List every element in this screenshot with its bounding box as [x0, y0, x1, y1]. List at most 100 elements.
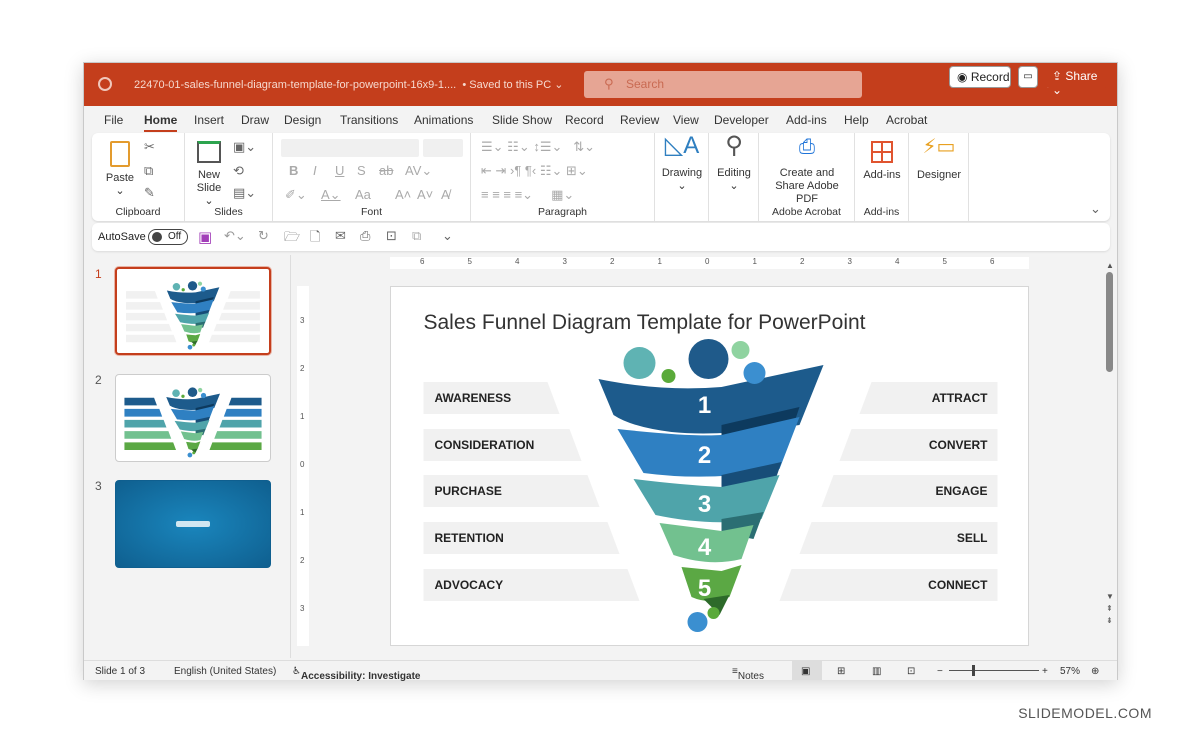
tab-record[interactable]: Record: [565, 113, 604, 127]
undo-icon[interactable]: ↶⌄: [224, 228, 246, 244]
tab-transitions[interactable]: Transitions: [340, 113, 398, 127]
tab-developer[interactable]: Developer: [714, 113, 769, 127]
autosave-toggle[interactable]: Off: [148, 229, 188, 245]
record-button[interactable]: ◉ Record: [949, 66, 1011, 88]
ruler-tick-label: 0: [705, 257, 710, 266]
collapse-ribbon-icon[interactable]: ⌄: [1090, 201, 1101, 217]
tab-insert[interactable]: Insert: [194, 113, 224, 127]
italic-button[interactable]: I: [313, 163, 317, 178]
email-icon[interactable]: ✉: [335, 228, 346, 244]
thumb-color-bar-right: [214, 431, 262, 439]
create-pdf-button[interactable]: ⎙ Create and Share Adobe PDF: [759, 137, 855, 206]
stage-label-right[interactable]: ENGAGE: [935, 484, 987, 498]
tab-add-ins[interactable]: Add-ins: [786, 113, 827, 127]
strikethrough-icon[interactable]: ab: [379, 163, 393, 178]
stage-label-right[interactable]: CONVERT: [929, 438, 988, 452]
zoom-level[interactable]: 57%: [1060, 666, 1080, 677]
comments-button[interactable]: ▭: [1018, 66, 1038, 88]
document-title[interactable]: 22470-01-sales-funnel-diagram-template-f…: [134, 78, 563, 91]
reset-icon[interactable]: ⟲: [233, 163, 244, 179]
tab-view[interactable]: View: [673, 113, 699, 127]
zoom-slider-thumb[interactable]: [972, 665, 975, 676]
character-spacing-icon[interactable]: AV⌄: [405, 163, 432, 179]
tab-draw[interactable]: Draw: [241, 113, 269, 127]
stage-label-right[interactable]: ATTRACT: [932, 391, 988, 405]
zoom-slider[interactable]: [949, 670, 1039, 671]
accessibility-status[interactable]: ♿ Accessibility: Investigate: [292, 666, 420, 682]
fit-to-window-icon[interactable]: ⊕: [1091, 666, 1099, 677]
tab-acrobat[interactable]: Acrobat: [886, 113, 927, 127]
language-status[interactable]: English (United States): [174, 666, 276, 677]
editing-button[interactable]: ⚲ Editing ⌄: [709, 133, 759, 221]
format-painter-icon[interactable]: ✎: [144, 185, 155, 201]
search-input[interactable]: ⚲ Search: [584, 71, 862, 98]
save-status[interactable]: • Saved to this PC ⌄: [462, 79, 563, 91]
stage-label-right[interactable]: CONNECT: [928, 578, 988, 592]
tab-design[interactable]: Design: [284, 113, 321, 127]
font-color-icon[interactable]: A⌄: [321, 187, 341, 203]
stage-label-left[interactable]: AWARENESS: [435, 391, 512, 405]
print-icon[interactable]: ⎙: [360, 228, 370, 244]
bold-button[interactable]: B: [289, 163, 298, 178]
tab-review[interactable]: Review: [620, 113, 659, 127]
present-icon[interactable]: ⊡: [386, 228, 397, 244]
slide-thumbnail-3[interactable]: [115, 480, 271, 568]
slideshow-icon[interactable]: ⊡: [907, 666, 915, 677]
duplicate-icon[interactable]: ⧉: [412, 228, 421, 244]
share-button[interactable]: ⇪ Share ⌄: [1045, 66, 1108, 97]
highlight-icon[interactable]: ✐⌄: [285, 187, 307, 203]
scrollbar-thumb[interactable]: [1106, 272, 1113, 372]
layout-icon[interactable]: ▣⌄: [233, 139, 256, 155]
customize-qat-icon[interactable]: ⌄: [442, 228, 453, 244]
indent-icon[interactable]: ⇤ ⇥ ›¶ ¶‹ ☷⌄ ⊞⌄: [481, 163, 588, 179]
zoom-in-button[interactable]: +: [1042, 666, 1048, 677]
tab-help[interactable]: Help: [844, 113, 869, 127]
zoom-out-button[interactable]: −: [937, 666, 943, 677]
drawing-button[interactable]: ◺A Drawing ⌄: [655, 133, 709, 221]
slidemodel-logo: [176, 521, 210, 527]
grow-font-button[interactable]: A˄: [395, 187, 411, 202]
notes-button[interactable]: ≡ Notes: [732, 666, 764, 682]
slide-thumbnail-1[interactable]: [115, 267, 271, 355]
tab-slide-show[interactable]: Slide Show: [492, 113, 552, 127]
stage-label-right[interactable]: SELL: [957, 531, 988, 545]
save-icon[interactable]: ▣: [198, 228, 212, 246]
cut-icon[interactable]: ✂: [144, 139, 155, 155]
tab-file[interactable]: File: [104, 113, 123, 127]
new-slide-button[interactable]: New Slide ⌄: [191, 141, 227, 208]
tab-home[interactable]: Home: [144, 113, 178, 132]
slide-sorter-icon[interactable]: ⊞: [837, 666, 845, 677]
powerpoint-window: 22470-01-sales-funnel-diagram-template-f…: [83, 62, 1118, 682]
font-name-select[interactable]: [281, 139, 419, 157]
clear-formatting-icon[interactable]: A̸: [441, 187, 450, 202]
redo-icon[interactable]: ↻: [258, 228, 269, 244]
stage-label-left[interactable]: PURCHASE: [435, 484, 502, 498]
shrink-font-button[interactable]: A˅: [417, 187, 433, 202]
font-size-select[interactable]: [423, 139, 463, 157]
copy-icon[interactable]: ⧉: [144, 163, 153, 179]
vertical-scrollbar[interactable]: ▲ ▼ ⇞ ⇟: [1106, 261, 1114, 631]
stage-label-left[interactable]: CONSIDERATION: [435, 438, 535, 452]
add-ins-button[interactable]: Add-ins: [855, 141, 909, 182]
ruler-tick-label: 2: [800, 257, 805, 266]
open-icon[interactable]: 🗁: [284, 228, 300, 250]
new-file-icon[interactable]: 🗋: [310, 228, 320, 250]
paste-button[interactable]: Paste ⌄: [102, 141, 138, 198]
group-clipboard: Paste ⌄ ✂ ⧉ ✎ Clipboard: [92, 133, 185, 221]
ruler-tick-label: 3: [300, 316, 305, 325]
designer-button[interactable]: ⚡▭ Designer: [909, 133, 969, 221]
underline-button[interactable]: U: [335, 163, 344, 178]
slide-canvas[interactable]: Sales Funnel Diagram Template for PowerP…: [390, 286, 1029, 646]
stage-label-left[interactable]: ADVOCACY: [435, 578, 504, 592]
slide-title[interactable]: Sales Funnel Diagram Template for PowerP…: [424, 311, 866, 334]
shadow-button[interactable]: S: [357, 163, 366, 178]
stage-label-left[interactable]: RETENTION: [435, 531, 504, 545]
tab-animations[interactable]: Animations: [414, 113, 473, 127]
reading-view-icon[interactable]: ▥: [872, 666, 881, 677]
bullets-icon[interactable]: ☰⌄ ☷⌄ ↕☰⌄ ⇅⌄: [481, 139, 595, 155]
slide-thumbnail-2[interactable]: [115, 374, 271, 462]
thumb-color-bar-left: [124, 442, 177, 451]
align-icon[interactable]: ≡ ≡ ≡ ≡⌄ ▦⌄: [481, 187, 574, 203]
change-case-button[interactable]: Aa: [355, 187, 371, 202]
section-icon[interactable]: ▤⌄: [233, 185, 256, 201]
